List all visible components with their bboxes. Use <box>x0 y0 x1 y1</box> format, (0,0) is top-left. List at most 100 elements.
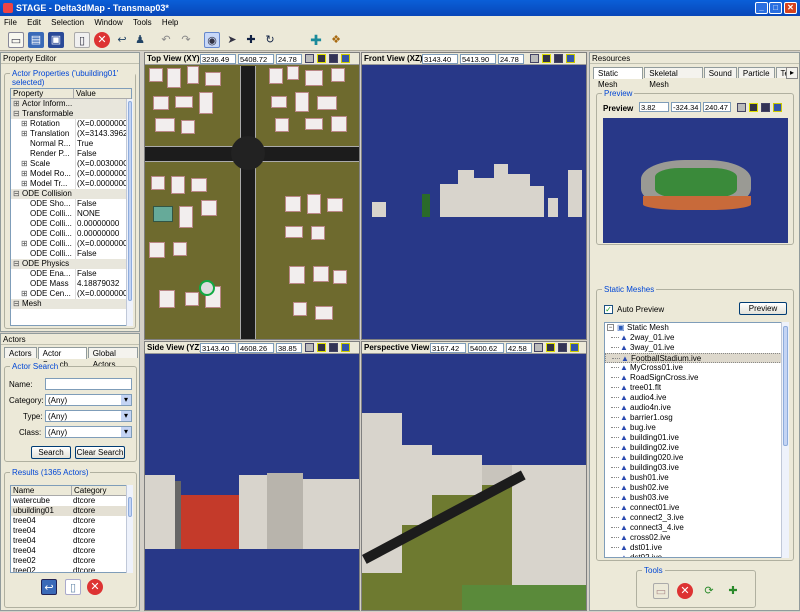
persp-y-coord[interactable]: 5400.62 <box>468 343 504 353</box>
side-view-viewport[interactable]: Side View (YZ) 3143.40 4608.26 38.85 <box>144 341 360 611</box>
class-select[interactable]: (Any) ▾ <box>45 426 132 438</box>
mesh-file-item[interactable]: ▲ dst01.ive <box>605 543 788 553</box>
property-row[interactable]: ODE Sho... False <box>11 199 131 209</box>
result-row[interactable]: tree04 dtcore <box>11 536 131 546</box>
property-row[interactable]: ⊟ Mesh <box>11 299 131 309</box>
property-value[interactable]: 4.18879032 <box>75 279 131 289</box>
property-row[interactable]: ⊞ Scale (X=0.003000C <box>11 159 131 169</box>
mesh-file-item[interactable]: ▲ FootballStadium.ive <box>605 353 788 363</box>
property-value[interactable]: (X=0.0000000 <box>75 119 131 129</box>
mesh-file-item[interactable]: ▲ building01.ive <box>605 433 788 443</box>
top-view-viewport[interactable]: Top View (XY) 3236.49 5408.72 24.78 <box>144 52 360 340</box>
result-row[interactable]: tree04 dtcore <box>11 526 131 536</box>
property-scrollbar[interactable] <box>126 99 133 326</box>
result-row[interactable]: ubuilding01 dtcore <box>11 506 131 516</box>
tab-actors[interactable]: Actors <box>4 347 37 358</box>
open-map-icon[interactable]: ▤ <box>28 32 44 48</box>
property-row[interactable]: ⊟ ODE Collision <box>11 189 131 199</box>
solid-icon[interactable] <box>329 343 338 352</box>
clear-search-button[interactable]: Clear Search <box>75 446 125 459</box>
mesh-file-item[interactable]: ▲ bug.ive <box>605 423 788 433</box>
mesh-file-item[interactable]: ▲ RoadSignCross.ive <box>605 373 788 383</box>
viewport-settings-icon[interactable] <box>530 54 539 63</box>
duplicate-icon[interactable]: ▯ <box>65 579 81 595</box>
mesh-file-item[interactable]: ▲ MyCross01.ive <box>605 363 788 373</box>
goto-actor-icon[interactable]: ↩ <box>41 579 57 595</box>
property-value[interactable]: NONE <box>75 209 131 219</box>
auto-preview-checkbox[interactable]: ✓ <box>604 305 613 314</box>
open-folder-icon[interactable]: ▭ <box>653 583 669 599</box>
preview-x-coord[interactable]: 3.82 <box>639 102 669 112</box>
mesh-file-item[interactable]: ▲ barrier1.osg <box>605 413 788 423</box>
mesh-file-item[interactable]: ▲ building020.ive <box>605 453 788 463</box>
property-row[interactable]: ⊞ Model Tr... (X=0.0000000 <box>11 179 131 189</box>
mesh-file-item[interactable]: ▲ bush01.ive <box>605 473 788 483</box>
mesh-scrollbar[interactable] <box>781 322 789 558</box>
mesh-file-item[interactable]: ▲ dst02.ive <box>605 553 788 557</box>
property-value[interactable]: (X=0.0000000 <box>75 239 131 249</box>
property-row[interactable]: ODE Mass 4.18879032 <box>11 279 131 289</box>
front-z-coord[interactable]: 24.78 <box>498 54 524 64</box>
persp-x-coord[interactable]: 3167.42 <box>430 343 466 353</box>
side-x-coord[interactable]: 3143.40 <box>200 343 236 353</box>
col-value[interactable]: Value <box>73 89 96 98</box>
translate-icon[interactable]: ✚ <box>243 32 259 48</box>
expand-icon[interactable]: ⊟ <box>13 189 20 199</box>
textured-icon[interactable] <box>566 54 575 63</box>
property-value[interactable]: False <box>75 249 131 259</box>
expand-icon[interactable]: ⊟ <box>13 109 20 119</box>
name-input[interactable] <box>45 378 132 390</box>
mesh-file-item[interactable]: ▲ building02.ive <box>605 443 788 453</box>
expand-icon[interactable]: ⊞ <box>21 289 28 299</box>
mesh-file-item[interactable]: ▲ building03.ive <box>605 463 788 473</box>
mesh-file-item[interactable]: ▲ bush02.ive <box>605 483 788 493</box>
mesh-file-item[interactable]: ▲ audio4.ive <box>605 393 788 403</box>
side-y-coord[interactable]: 4608.26 <box>238 343 274 353</box>
property-row[interactable]: ODE Colli... False <box>11 249 131 259</box>
expand-icon[interactable]: ⊞ <box>21 169 28 179</box>
property-value[interactable]: (X=0.0000000 <box>75 289 131 299</box>
expand-icon[interactable]: ⊞ <box>21 179 28 189</box>
mesh-preview-canvas[interactable] <box>603 118 788 243</box>
property-tree[interactable]: Property Value ⊞ Actor Inform... ⊟ Transfor… <box>10 88 132 326</box>
result-row[interactable]: tree04 dtcore <box>11 546 131 556</box>
property-row[interactable]: ⊞ Rotation (X=0.0000000 <box>11 119 131 129</box>
perspective-view-viewport[interactable]: Perspective View 3167.42 5400.62 42.58 <box>361 341 587 611</box>
property-value[interactable]: True <box>75 139 131 149</box>
mesh-file-item[interactable]: ▲ connect01.ive <box>605 503 788 513</box>
refresh-icon[interactable]: ⟳ <box>701 583 717 599</box>
tab-skeletal-mesh[interactable]: Skeletal Mesh <box>644 67 703 89</box>
property-row[interactable]: ODE Ena... False <box>11 269 131 279</box>
add-icon[interactable]: ✚ <box>308 32 324 48</box>
preview-z-coord[interactable]: 240.47 <box>703 102 731 112</box>
delete-icon[interactable]: ✕ <box>94 32 110 48</box>
property-row[interactable]: ⊟ ODE Physics <box>11 259 131 269</box>
search-button[interactable]: Search <box>31 446 71 459</box>
property-value[interactable]: False <box>75 149 131 159</box>
mesh-file-item[interactable]: ▲ cross02.ive <box>605 533 788 543</box>
tab-actor-search[interactable]: Actor Search <box>37 347 87 369</box>
delete-resource-icon[interactable]: ✕ <box>677 583 693 599</box>
textured-icon[interactable] <box>570 343 579 352</box>
property-row[interactable]: ⊞ ODE Colli... (X=0.0000000 <box>11 239 131 249</box>
mesh-file-item[interactable]: ▲ connect2_3.ive <box>605 513 788 523</box>
front-view-viewport[interactable]: Front View (XZ) 3143.40 5413.90 24.78 <box>361 52 587 340</box>
preview-y-coord[interactable]: -324.34 <box>671 102 701 112</box>
wireframe-icon[interactable] <box>749 103 758 112</box>
results-scrollbar[interactable] <box>126 485 133 573</box>
menu-edit[interactable]: Edit <box>23 18 45 27</box>
solid-icon[interactable] <box>554 54 563 63</box>
mesh-file-item[interactable]: ▲ 3way_01.ive <box>605 343 788 353</box>
new-actor-icon[interactable]: ▯ <box>74 32 90 48</box>
col-category[interactable]: Category <box>71 486 106 495</box>
mesh-file-item[interactable]: ▲ 2way_01.ive <box>605 333 788 343</box>
property-row[interactable]: ⊟ Transformable <box>11 109 131 119</box>
tab-particle[interactable]: Particle <box>737 67 775 78</box>
wireframe-icon[interactable] <box>317 343 326 352</box>
delete-actor-icon[interactable]: ✕ <box>87 579 103 595</box>
save-map-icon[interactable]: ▣ <box>48 32 64 48</box>
viewport-settings-icon[interactable] <box>305 343 314 352</box>
export-icon[interactable]: ♟ <box>132 32 148 48</box>
result-row[interactable]: watercube dtcore <box>11 496 131 506</box>
viewport-settings-icon[interactable] <box>305 54 314 63</box>
